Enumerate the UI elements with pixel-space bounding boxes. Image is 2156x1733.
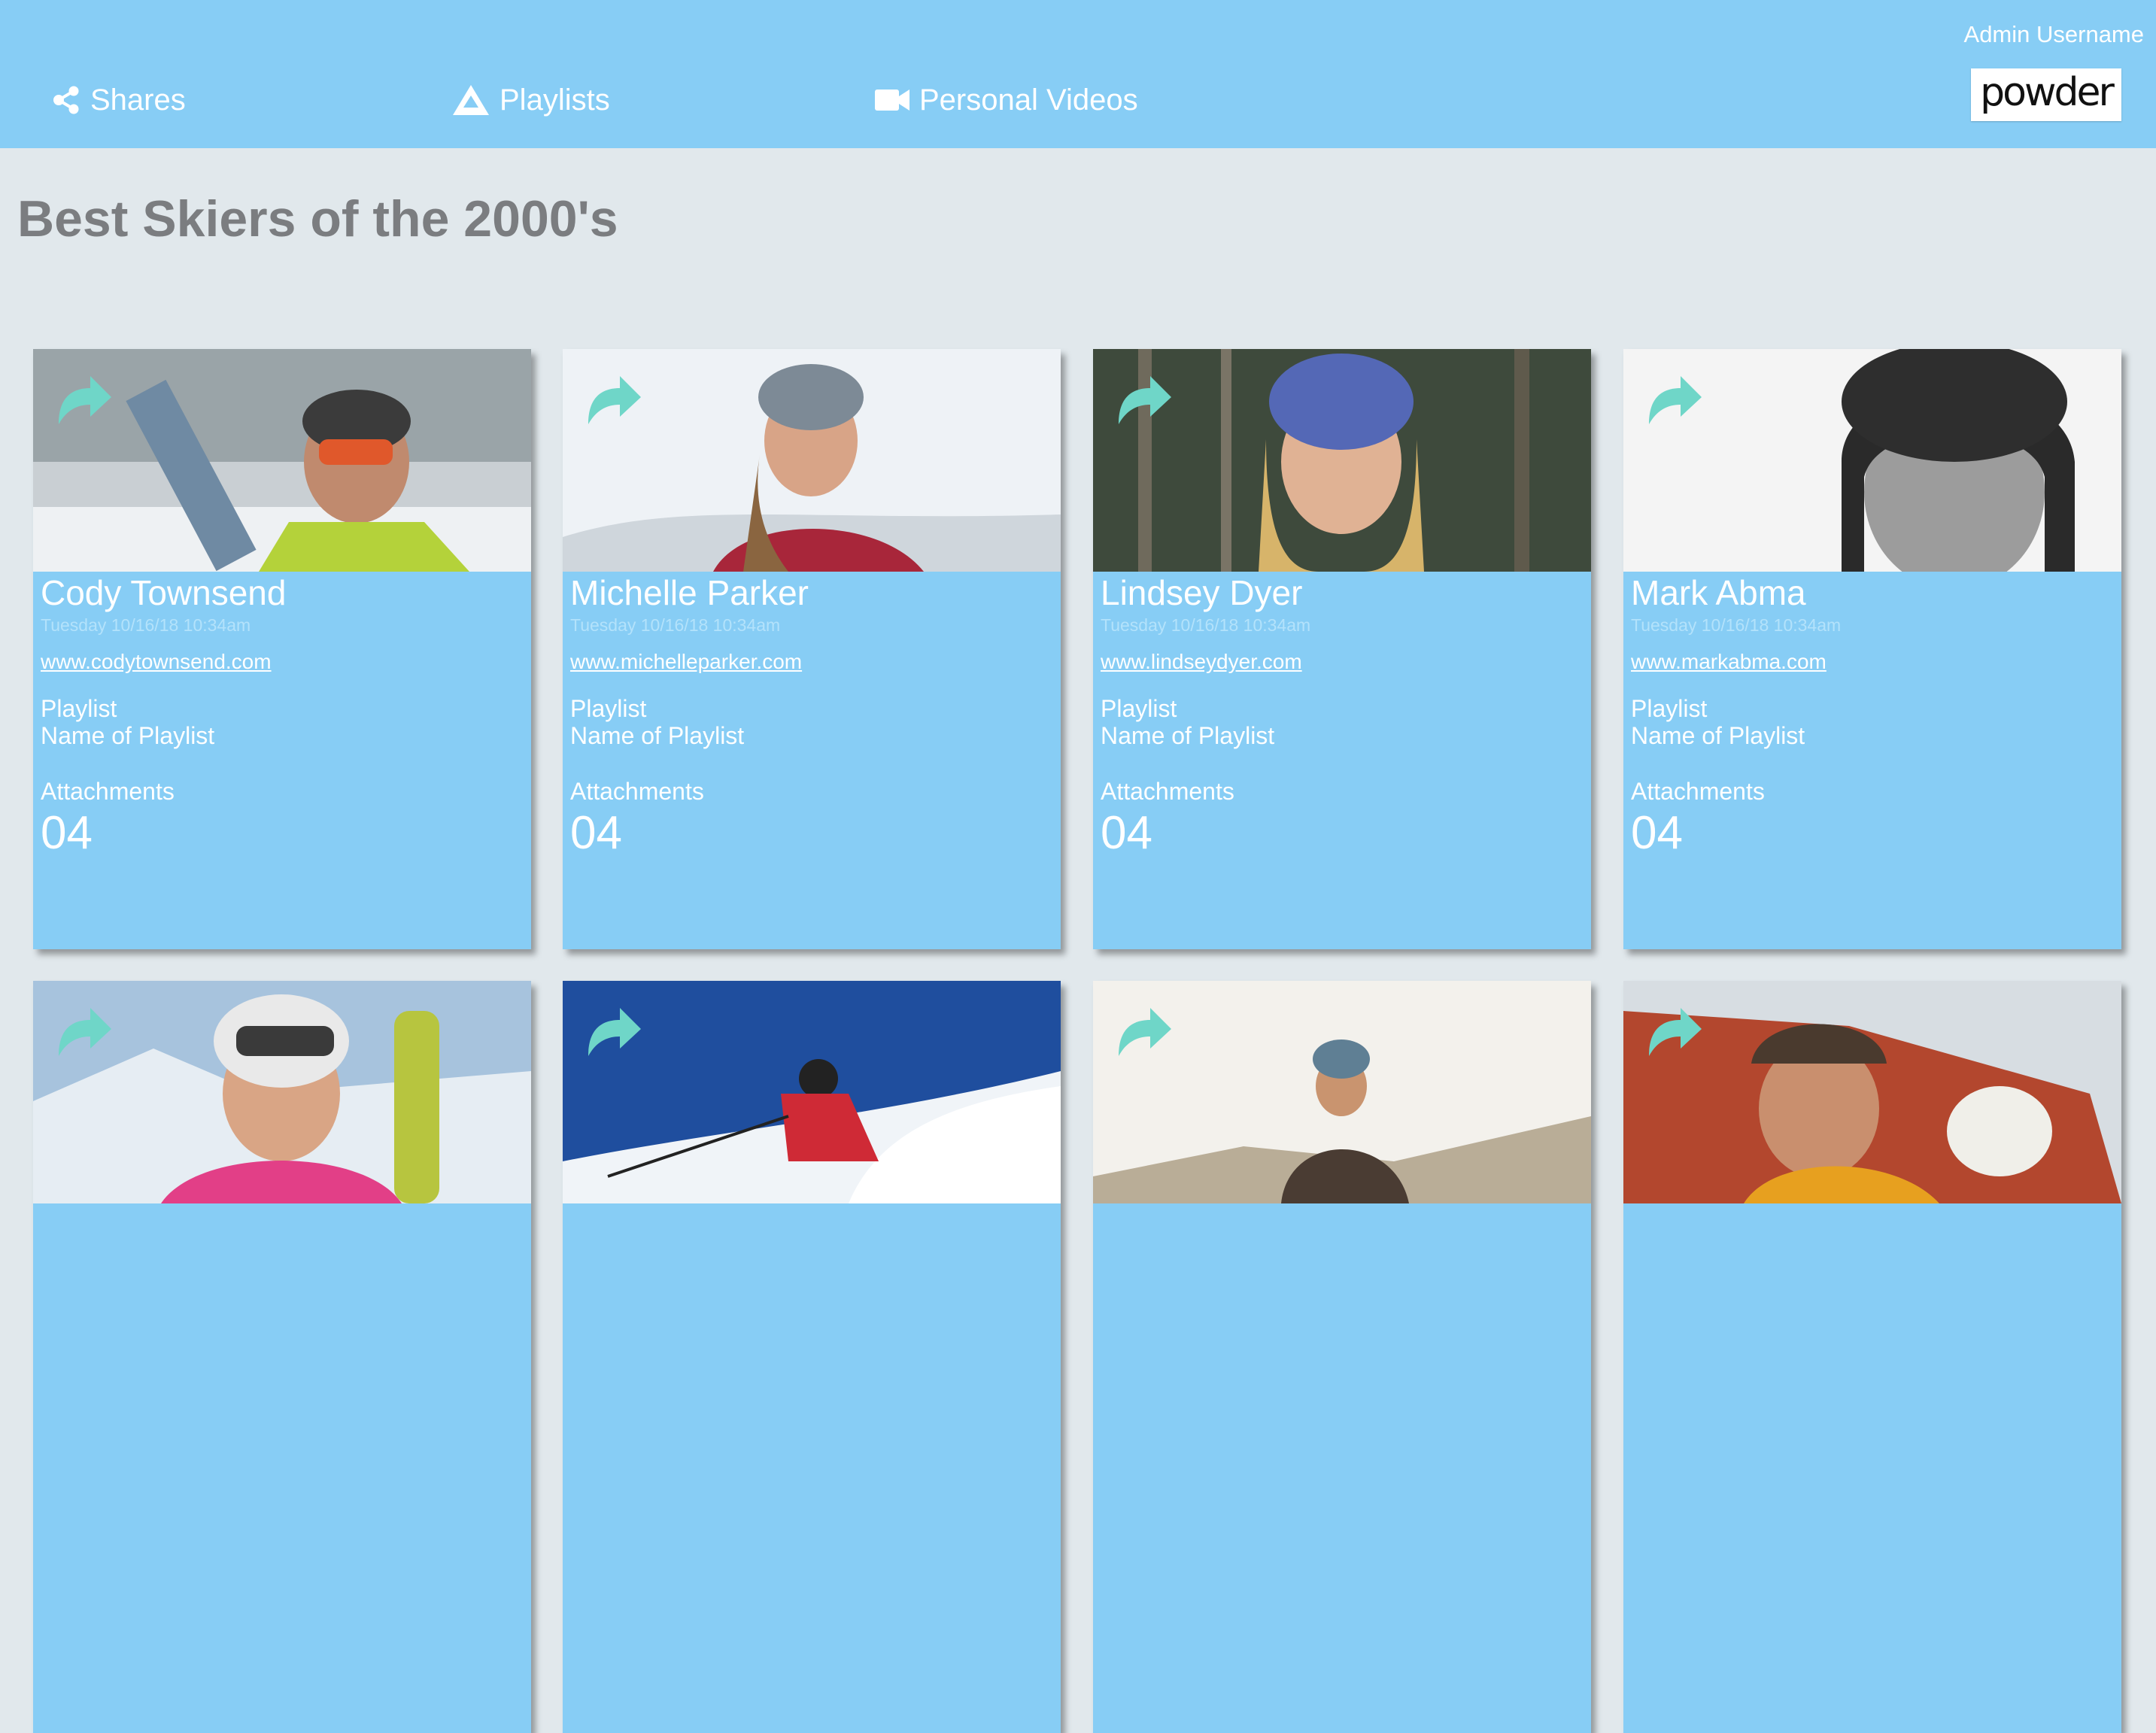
page-title: Best Skiers of the 2000's bbox=[17, 190, 618, 247]
nav-playlists-label: Playlists bbox=[500, 83, 610, 117]
logo-text: powder bbox=[1980, 70, 2115, 115]
skier-name: Michelle Parker bbox=[570, 573, 809, 612]
admin-username[interactable]: Admin Username bbox=[1964, 21, 2144, 48]
share-icon bbox=[53, 86, 79, 114]
skier-card[interactable]: Michelle Parker Tuesday 10/16/18 10:34am… bbox=[563, 349, 1061, 949]
playlist-label: Playlist bbox=[570, 695, 647, 722]
playlist-name: Name of Playlist bbox=[1631, 722, 1805, 749]
skier-name: Cody Townsend bbox=[41, 573, 287, 612]
skier-card[interactable] bbox=[33, 981, 531, 1733]
skier-website-link[interactable]: www.codytownsend.com bbox=[41, 650, 272, 674]
playlist-label: Playlist bbox=[1631, 695, 1708, 722]
top-navigation-bar: Shares Playlists Personal Videos Admin U… bbox=[0, 0, 2156, 148]
attachments-count: 04 bbox=[1631, 807, 1683, 859]
powder-logo[interactable]: powder bbox=[1971, 68, 2121, 121]
nav-shares-label: Shares bbox=[90, 83, 186, 117]
attachments-label: Attachments bbox=[1101, 778, 1234, 805]
skier-card[interactable] bbox=[563, 981, 1061, 1733]
nav-shares[interactable]: Shares bbox=[51, 77, 186, 123]
skier-name: Lindsey Dyer bbox=[1101, 573, 1303, 612]
share-arrow-icon[interactable] bbox=[54, 372, 114, 426]
skier-name: Mark Abma bbox=[1631, 573, 1806, 612]
attachments-count: 04 bbox=[570, 807, 622, 859]
nav-personal-videos-label: Personal Videos bbox=[919, 83, 1138, 117]
attachments-label: Attachments bbox=[570, 778, 704, 805]
share-arrow-icon[interactable] bbox=[1644, 1003, 1705, 1058]
skier-card[interactable]: Cody Townsend Tuesday 10/16/18 10:34am w… bbox=[33, 349, 531, 949]
card-date: Tuesday 10/16/18 10:34am bbox=[1101, 615, 1311, 635]
playlist-label: Playlist bbox=[41, 695, 117, 722]
playlist-name: Name of Playlist bbox=[570, 722, 745, 749]
skier-website-link[interactable]: www.lindseydyer.com bbox=[1101, 650, 1302, 674]
share-arrow-icon[interactable] bbox=[584, 1003, 644, 1058]
share-arrow-icon[interactable] bbox=[54, 1003, 114, 1058]
share-arrow-icon[interactable] bbox=[1644, 372, 1705, 426]
mountain-icon bbox=[453, 85, 489, 115]
playlist-label: Playlist bbox=[1101, 695, 1177, 722]
skier-website-link[interactable]: www.michelleparker.com bbox=[570, 650, 802, 674]
card-date: Tuesday 10/16/18 10:34am bbox=[41, 615, 251, 635]
share-arrow-icon[interactable] bbox=[584, 372, 644, 426]
attachments-label: Attachments bbox=[1631, 778, 1765, 805]
playlist-name: Name of Playlist bbox=[41, 722, 215, 749]
attachments-count: 04 bbox=[1101, 807, 1152, 859]
share-arrow-icon[interactable] bbox=[1114, 372, 1174, 426]
nav-personal-videos[interactable]: Personal Videos bbox=[874, 77, 1138, 123]
skier-card[interactable]: Mark Abma Tuesday 10/16/18 10:34am www.m… bbox=[1623, 349, 2121, 949]
nav-playlists[interactable]: Playlists bbox=[451, 77, 610, 123]
skier-card[interactable] bbox=[1093, 981, 1591, 1733]
playlist-name: Name of Playlist bbox=[1101, 722, 1275, 749]
skier-card[interactable]: Lindsey Dyer Tuesday 10/16/18 10:34am ww… bbox=[1093, 349, 1591, 949]
attachments-label: Attachments bbox=[41, 778, 175, 805]
card-date: Tuesday 10/16/18 10:34am bbox=[570, 615, 781, 635]
card-date: Tuesday 10/16/18 10:34am bbox=[1631, 615, 1842, 635]
attachments-count: 04 bbox=[41, 807, 93, 859]
skier-card[interactable] bbox=[1623, 981, 2121, 1733]
skier-website-link[interactable]: www.markabma.com bbox=[1631, 650, 1827, 674]
share-arrow-icon[interactable] bbox=[1114, 1003, 1174, 1058]
video-camera-icon bbox=[875, 90, 909, 111]
